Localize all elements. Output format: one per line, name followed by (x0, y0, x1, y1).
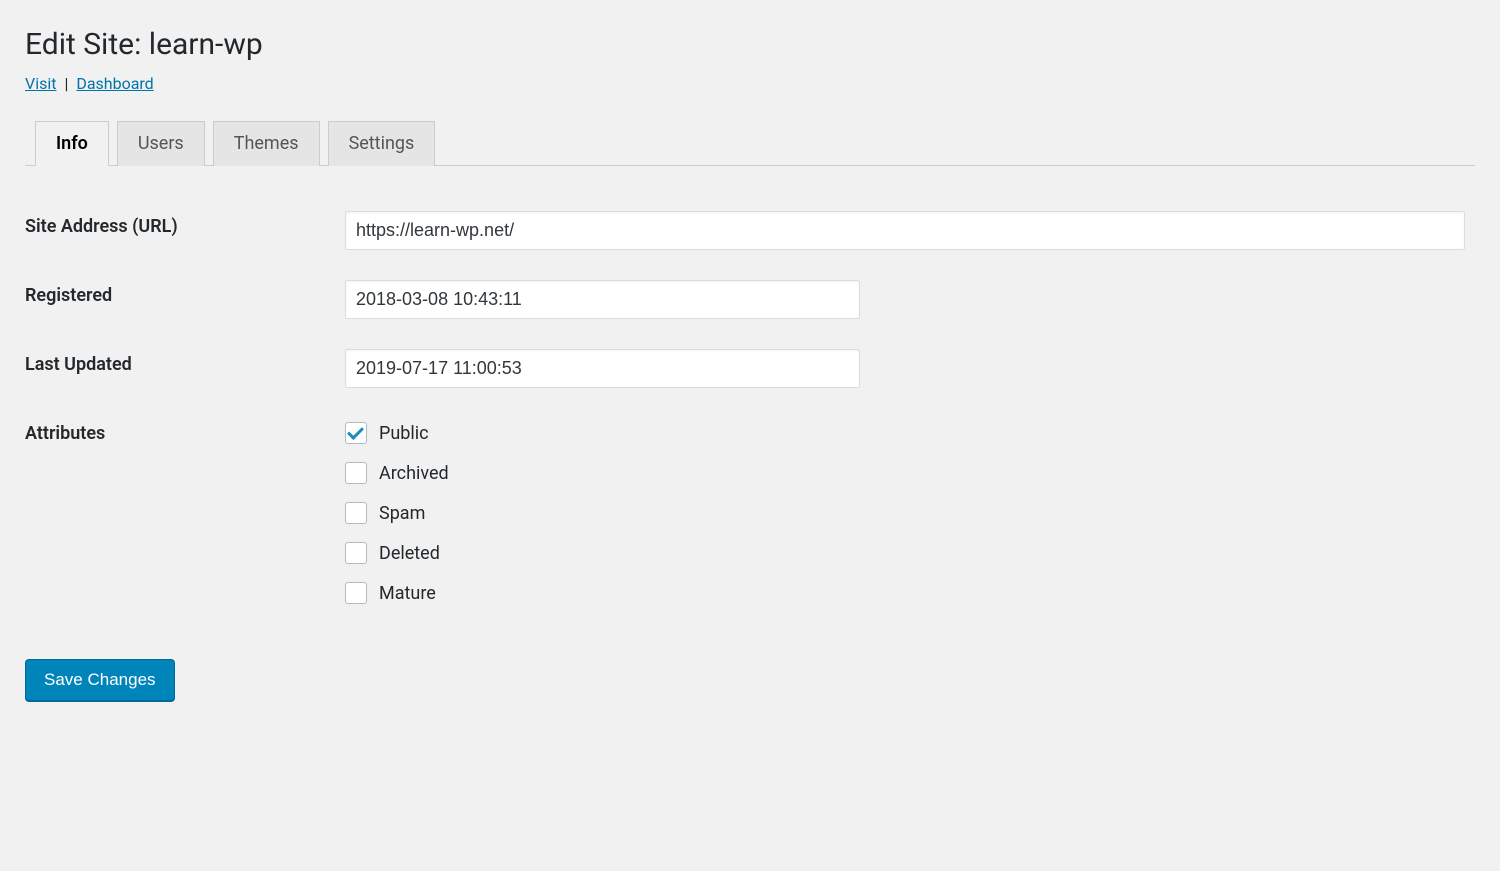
spam-checkbox[interactable] (345, 502, 367, 524)
mature-label[interactable]: Mature (379, 583, 436, 604)
save-button[interactable]: Save Changes (25, 659, 175, 701)
site-address-label: Site Address (URL) (25, 196, 345, 265)
attribute-mature: Mature (345, 582, 1475, 604)
site-address-input[interactable] (345, 211, 1465, 250)
tab-settings[interactable]: Settings (328, 121, 436, 166)
attribute-deleted: Deleted (345, 542, 1475, 564)
spam-label[interactable]: Spam (379, 503, 425, 524)
mature-checkbox[interactable] (345, 582, 367, 604)
last-updated-input[interactable] (345, 349, 860, 388)
deleted-checkbox[interactable] (345, 542, 367, 564)
attribute-archived: Archived (345, 462, 1475, 484)
tab-info[interactable]: Info (35, 121, 109, 166)
dashboard-link[interactable]: Dashboard (76, 74, 153, 93)
page-title: Edit Site: learn-wp (25, 25, 1475, 64)
form-table: Site Address (URL) Registered Last Updat… (25, 196, 1475, 619)
archived-checkbox[interactable] (345, 462, 367, 484)
tab-users[interactable]: Users (117, 121, 205, 166)
visit-link[interactable]: Visit (25, 74, 56, 93)
archived-label[interactable]: Archived (379, 463, 449, 484)
public-label[interactable]: Public (379, 423, 429, 444)
last-updated-label: Last Updated (25, 334, 345, 403)
attribute-spam: Spam (345, 502, 1475, 524)
attributes-list: Public Archived Spam Deleted Mature (345, 418, 1475, 604)
deleted-label[interactable]: Deleted (379, 543, 440, 564)
public-checkbox[interactable] (345, 422, 367, 444)
sub-links: Visit | Dashboard (25, 74, 1475, 93)
registered-input[interactable] (345, 280, 860, 319)
tab-themes[interactable]: Themes (213, 121, 320, 166)
registered-label: Registered (25, 265, 345, 334)
nav-tabs: Info Users Themes Settings (25, 121, 1475, 166)
attribute-public: Public (345, 422, 1475, 444)
link-separator: | (64, 74, 68, 93)
attributes-label: Attributes (25, 403, 345, 619)
